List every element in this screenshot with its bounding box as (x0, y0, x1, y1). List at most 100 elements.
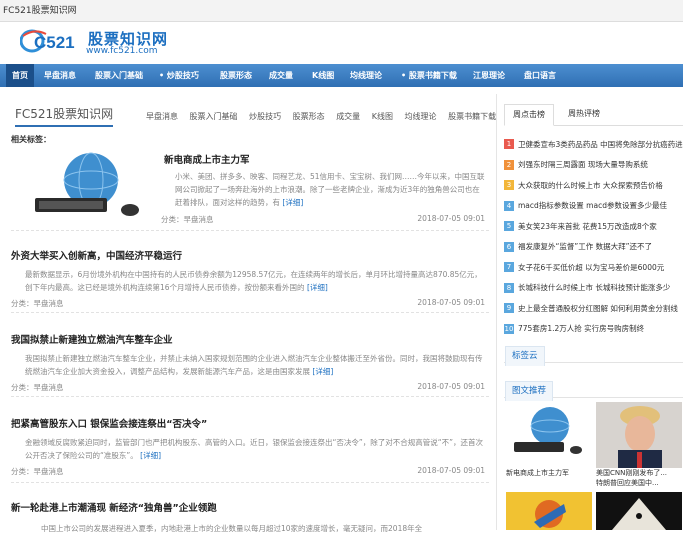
subnav-item[interactable]: 早盘消息 (146, 112, 178, 121)
recommend-thumbnail[interactable] (506, 402, 592, 468)
subnav-item[interactable]: 均线理论 (405, 112, 437, 121)
nav-item-kline[interactable]: K线图 (312, 64, 334, 87)
recommend-thumbnail[interactable] (596, 492, 682, 530)
pic-recommend-title: 图文推荐 (505, 381, 554, 401)
main-content: FC521股票知识网 早盘消息 股票入门基础 炒股技巧 股票形态 成交量 K线图… (0, 94, 497, 533)
hot-list-item[interactable]: 4 macd指标参数设置 macd参数设置多少最佳 (504, 196, 683, 217)
nav-item-home[interactable]: 首页 (6, 64, 34, 87)
nav-item-patterns[interactable]: 股票形态 (220, 64, 252, 87)
divider (11, 396, 489, 397)
subnav-item[interactable]: 股票入门基础 (190, 112, 238, 121)
article-desc-text: 金融领域反腐败紧迫同时，监管部门也严把机构股东、高管的入口。近日，银保监会接连祭… (25, 438, 484, 460)
more-link[interactable]: [详细] (140, 451, 161, 460)
nav-item-volume[interactable]: 成交量 (269, 64, 293, 87)
hot-list-item[interactable]: 10 775套房1.2万人抢 实行房号购房制终 (504, 319, 683, 340)
more-link[interactable]: [详细] (312, 367, 333, 376)
rank-badge: 2 (504, 159, 514, 170)
recommend-thumbnail[interactable] (506, 492, 592, 530)
recommend-caption[interactable]: 美国CNN刚刚发布了... (596, 468, 682, 478)
sub-nav: 早盘消息 股票入门基础 炒股技巧 股票形态 成交量 K线图 均线理论 股票书籍下… (146, 111, 505, 122)
rank-badge: 4 (504, 200, 514, 211)
main-nav: 首页 早盘消息 股票入门基础 • 炒股技巧 股票形态 成交量 K线图 均线理论 … (0, 64, 683, 87)
article-title[interactable]: 把紧高管股东入口 银保监会接连祭出“否决令” (11, 416, 489, 430)
article-title[interactable]: 新一轮赴港上市潮涌现 新经济“独角兽”企业领跑 (11, 500, 489, 514)
nav-item-books[interactable]: • 股票书籍下载 (401, 64, 457, 87)
article-category[interactable]: 分类：早盘消息 (11, 382, 64, 393)
nav-item-basics[interactable]: 股票入门基础 (95, 64, 143, 87)
subnav-item[interactable]: 炒股技巧 (249, 112, 281, 121)
pic-recommend-header: 图文推荐 (504, 378, 683, 401)
logo-mark-text: C521 (34, 33, 75, 52)
article-date: 2018-07-05 09:01 (417, 298, 485, 307)
rank-badge: 10 (504, 323, 514, 334)
hot-item-text: macd指标参数设置 macd参数设置多少最佳 (518, 201, 667, 211)
hot-list-item[interactable]: 3 大众获取的什么时候上市 大众探索预告价格 (504, 175, 683, 196)
article-category[interactable]: 分类：早盘消息 (161, 214, 214, 225)
hot-list-item[interactable]: 6 福发康复外“监督”工作 数据大拜”还不了 (504, 237, 683, 258)
article-item: 新一轮赴港上市潮涌现 新经济“独角兽”企业领跑 中国上市公司的发展进程进入夏季，… (11, 500, 489, 533)
article-thumbnail[interactable] (25, 150, 155, 222)
hot-item-text: 史上最全普通股权分红图解 如何利用黄金分割线 (518, 303, 678, 313)
hot-list-item[interactable]: 7 女子花6千买低价超 以为宝马差价是6000元 (504, 257, 683, 278)
hot-item-text: 女子花6千买低价超 以为宝马差价是6000元 (518, 262, 665, 272)
article-desc: 小米、美团、拼多多、映客、同程艺龙、51信用卡、宝宝树、我们网……今年以来，中国… (175, 170, 487, 210)
article-desc: 我国拟禁止新建独立燃油汽车整车企业，并禁止未纳入国家规划范围的企业进入燃油汽车企… (11, 352, 489, 378)
hot-list-item[interactable]: 2 刘强东时隔三周露面 现场大量导购系统 (504, 155, 683, 176)
subnav-item[interactable]: 股票形态 (293, 112, 325, 121)
rank-badge: 1 (504, 139, 514, 150)
article-title[interactable]: 外资大举买入创新高，中国经济平稳运行 (11, 248, 489, 262)
article-desc-text: 小米、美团、拼多多、映客、同程艺龙、51信用卡、宝宝树、我们网……今年以来，中国… (175, 172, 485, 207)
nav-item-skills[interactable]: • 炒股技巧 (159, 64, 199, 87)
hot-item-text: 刘强东时隔三周露面 现场大量导购系统 (518, 160, 648, 170)
related-tags-label: 相关标签： (11, 135, 51, 144)
hot-item-text: 775套房1.2万人抢 实行房号购房制终 (518, 324, 645, 334)
nav-item-morning[interactable]: 早盘消息 (44, 64, 76, 87)
bullet-icon: • (159, 71, 167, 80)
recommend-thumbnail[interactable] (596, 402, 682, 468)
article-item: 外资大举买入创新高，中国经济平稳运行 最新数据显示，6月份境外机构在中国持有的人… (11, 248, 489, 332)
subnav-item[interactable]: 成交量 (336, 112, 360, 121)
article-desc: 最新数据显示，6月份境外机构在中国持有的人民币债券余额为12958.57亿元，在… (11, 268, 489, 294)
hot-list-item[interactable]: 9 史上最全普通股权分红图解 如何利用黄金分割线 (504, 298, 683, 319)
divider (11, 482, 489, 483)
nav-item-ma[interactable]: 均线理论 (350, 64, 382, 87)
hot-list-item[interactable]: 1 卫健委宣布3类药品药品 中国将免除部分抗癌药进口关税 (504, 134, 683, 155)
article-desc: 金融领域反腐败紧迫同时，监管部门也严把机构股东、高管的入口。近日，银保监会接连祭… (11, 436, 489, 462)
article-title[interactable]: 我国拟禁止新建独立燃油汽车整车企业 (11, 332, 489, 346)
more-link[interactable]: [详细] (282, 198, 303, 207)
recommend-caption[interactable]: 新电商成上市主力军 (506, 468, 592, 478)
article-item: 我国拟禁止新建独立燃油汽车整车企业 我国拟禁止新建独立燃油汽车整车企业，并禁止未… (11, 332, 489, 416)
rank-badge: 5 (504, 221, 514, 232)
hot-list-item[interactable]: 5 美女笑23年来首批 花费15万改造成8个家 (504, 216, 683, 237)
sidebar: 周点击榜 周热评榜 1 卫健委宣布3类药品药品 中国将免除部分抗癌药进口关税 2 刘强… (504, 94, 683, 530)
nav-item-label: 炒股技巧 (166, 71, 199, 80)
rank-badge: 3 (504, 180, 514, 191)
article-desc-text: 我国拟禁止新建独立燃油汽车整车企业，并禁止未纳入国家规划范围的企业进入燃油汽车企… (25, 354, 483, 376)
article-date: 2018-07-05 09:01 (417, 214, 485, 223)
divider (11, 312, 489, 313)
article-title[interactable]: 新电商成上市主力军 (164, 152, 250, 166)
window-title: FC521股票知识网 (0, 0, 683, 22)
rank-badge: 6 (504, 241, 514, 252)
subnav-item[interactable]: 股票书籍下载 (448, 112, 496, 121)
sidebar-tabs: 周点击榜 周热评榜 (504, 104, 683, 126)
divider (11, 230, 489, 231)
subnav-item[interactable]: K线图 (372, 112, 393, 121)
nav-item-label: 股票书籍下载 (408, 71, 457, 80)
site-header: C521 股票知识网 www.fc521.com (0, 22, 683, 64)
article-desc-text: 最新数据显示，6月份境外机构在中国持有的人民币债券余额为12958.57亿元，在… (25, 270, 482, 292)
hot-list-item[interactable]: 8 长城科技什么时候上市 长城科技预计能涨多少 (504, 278, 683, 299)
nav-item-gann[interactable]: 江恩理论 (473, 64, 505, 87)
article-item: 新电商成上市主力军 小米、美团、拼多多、映客、同程艺龙、51信用卡、宝宝树、我们… (11, 146, 489, 236)
nav-item-tape[interactable]: 盘口语言 (524, 64, 556, 87)
tab-weekly-clicks[interactable]: 周点击榜 (504, 104, 554, 126)
tab-weekly-comments[interactable]: 周热评榜 (560, 104, 608, 126)
more-link[interactable]: [详细] (307, 283, 328, 292)
recommend-caption[interactable]: 特朗普回应美国中... (596, 478, 682, 488)
rank-badge: 8 (504, 282, 514, 293)
article-category[interactable]: 分类：早盘消息 (11, 466, 64, 477)
hot-item-text: 卫健委宣布3类药品药品 中国将免除部分抗癌药进口关税 (518, 139, 683, 149)
hot-list: 1 卫健委宣布3类药品药品 中国将免除部分抗癌药进口关税 2 刘强东时隔三周露面 现场… (504, 134, 683, 339)
article-date: 2018-07-05 09:01 (417, 466, 485, 475)
article-category[interactable]: 分类：早盘消息 (11, 298, 64, 309)
